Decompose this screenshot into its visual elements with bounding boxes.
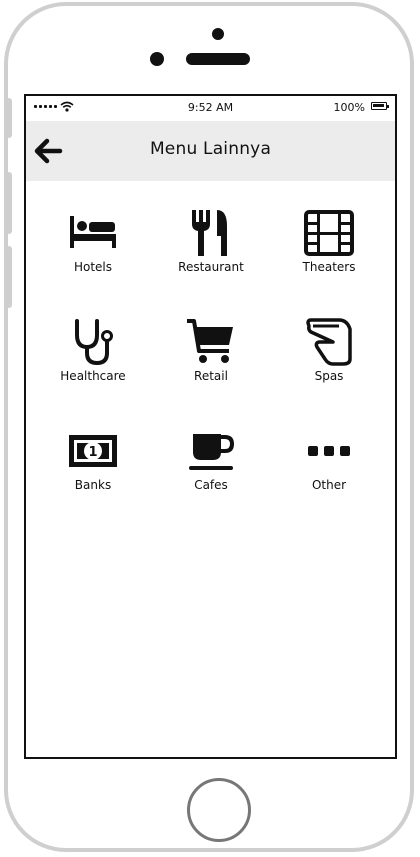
menu-item-label: Healthcare bbox=[60, 369, 126, 383]
menu-item-label: Other bbox=[311, 478, 347, 492]
menu-item-healthcare[interactable]: Healthcare bbox=[33, 317, 153, 383]
stethoscope-icon bbox=[75, 319, 113, 366]
film-icon bbox=[304, 210, 354, 256]
menu-item-label: Hotels bbox=[73, 260, 113, 274]
volume-down-button bbox=[6, 246, 12, 308]
svg-text:1: 1 bbox=[88, 445, 97, 460]
menu-item-cafes[interactable]: Cafes bbox=[151, 426, 271, 492]
hand-icon bbox=[306, 318, 352, 366]
mute-switch bbox=[6, 98, 12, 138]
menu-item-other[interactable]: Other bbox=[269, 426, 389, 492]
ellipsis-icon bbox=[308, 446, 350, 456]
bed-icon bbox=[70, 216, 116, 248]
battery-percentage: 100% bbox=[333, 101, 365, 114]
menu-item-restaurant[interactable]: Restaurant bbox=[151, 208, 271, 274]
battery-icon bbox=[371, 102, 389, 110]
money-icon: 1 bbox=[69, 435, 117, 467]
menu-item-label: Retail bbox=[194, 369, 228, 383]
status-bar: 9:52 AM 100% bbox=[26, 96, 395, 120]
menu-item-retail[interactable]: Retail bbox=[151, 317, 271, 383]
menu-item-banks[interactable]: 1 Banks bbox=[33, 426, 153, 492]
shopping-cart-icon bbox=[187, 319, 233, 363]
navigation-bar: Menu Lainnya bbox=[26, 121, 395, 181]
menu-item-hotels[interactable]: Hotels bbox=[33, 208, 153, 274]
menu-item-label: Spas bbox=[314, 369, 344, 383]
menu-item-label: Restaurant bbox=[178, 260, 244, 274]
menu-item-spas[interactable]: Spas bbox=[269, 317, 389, 383]
coffee-cup-icon bbox=[189, 434, 235, 470]
menu-item-theaters[interactable]: Theaters bbox=[269, 208, 389, 274]
proximity-sensor bbox=[150, 52, 164, 66]
phone-screen: 9:52 AM 100% Menu Lainnya Hotels Restaur… bbox=[24, 94, 397, 759]
menu-item-label: Theaters bbox=[302, 260, 356, 274]
front-camera bbox=[212, 28, 224, 40]
home-button[interactable] bbox=[187, 778, 251, 842]
earpiece-speaker bbox=[186, 53, 250, 65]
page-title: Menu Lainnya bbox=[149, 139, 272, 159]
volume-up-button bbox=[6, 172, 12, 234]
menu-item-label: Banks bbox=[74, 478, 112, 492]
fork-knife-icon bbox=[192, 210, 227, 256]
menu-item-label: Cafes bbox=[194, 478, 228, 492]
